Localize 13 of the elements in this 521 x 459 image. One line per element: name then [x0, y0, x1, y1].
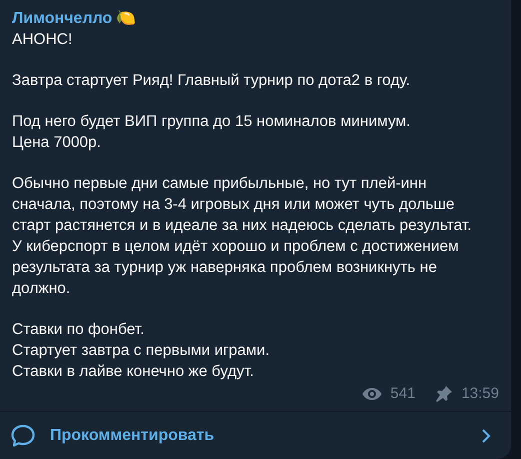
message-paragraph: АНОНС! [12, 30, 74, 50]
message-paragraph: Под него будет ВИП группа до 15 номиналов минимум. Цена 7000р. [12, 112, 412, 153]
comment-button[interactable]: Прокомментировать [0, 412, 511, 459]
message-paragraph: Завтра стартует Рияд! Главный турнир по дота2 в году. [12, 71, 412, 91]
eye-icon [362, 386, 382, 401]
channel-name: Лимончелло [12, 9, 112, 29]
view-count: 541 [390, 384, 416, 404]
post-time: 13:59 [461, 384, 499, 404]
speech-bubble-icon [10, 424, 36, 448]
lemon-emoji: 🍋 [116, 9, 136, 29]
message-paragraph: Обычно первые дни самые прибыльные, но тут плей-инн сначала, поэтому на 3-4 игровых дня или может чуть дольше старт растянется и в идеале за них надеюсь сделать результат. У киберспорт в целом идёт хорошо и проблем с достижением результата за турнир уж наверняка проблем возникнуть не должно. [12, 174, 473, 299]
message-paragraph: Ставки по фонбет. Стартует завтра с первыми играми. Ставки в лайве конечно же будут. [12, 320, 271, 382]
chevron-right-icon [481, 428, 491, 444]
